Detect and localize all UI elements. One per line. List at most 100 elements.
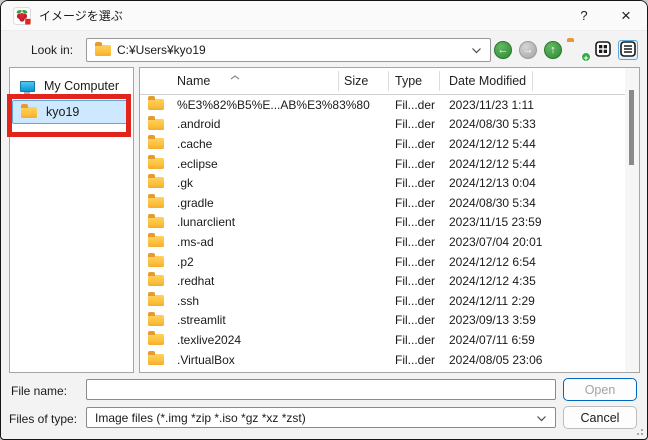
scrollbar-thumb[interactable]	[629, 90, 634, 165]
detail-view-icon	[620, 40, 636, 60]
file-type-cell: Fil...der	[395, 176, 436, 191]
folder-icon	[21, 103, 37, 118]
file-type-cell: Fil...der	[395, 352, 436, 367]
files-of-type-label: Files of type:	[9, 412, 78, 426]
folder-icon	[148, 331, 164, 346]
folder-icon	[148, 311, 164, 326]
help-button[interactable]: ?	[563, 1, 605, 31]
file-date-cell: 2023/11/15 23:59	[449, 215, 542, 230]
file-name-cell: .VirtualBox	[177, 352, 235, 367]
file-name-label: File name:	[11, 384, 68, 398]
folder-icon	[148, 350, 164, 365]
file-type-cell: Fil...der	[395, 195, 436, 210]
file-name-cell: .redhat	[177, 274, 215, 289]
chevron-down-icon[interactable]	[536, 411, 547, 425]
close-button[interactable]: ×	[605, 1, 647, 31]
file-type-cell: Fil...der	[395, 254, 436, 269]
open-button[interactable]: Open	[563, 378, 637, 401]
file-date-cell: 2024/08/05 23:06	[449, 352, 543, 367]
file-name-cell: %E3%82%B5%E...AB%E3%83%80	[177, 97, 370, 112]
files-of-type-value: Image files (*.img *zip *.iso *gz *xz *z…	[95, 410, 306, 425]
file-name-cell: .ssh	[177, 293, 200, 308]
file-row[interactable]: .gk Fil...der 2024/12/13 0:04	[140, 173, 625, 193]
file-row[interactable]: .texlive2024 Fil...der 2024/07/11 6:59	[140, 330, 625, 350]
folder-icon	[148, 154, 164, 169]
back-button[interactable]: ←	[494, 41, 512, 59]
file-type-cell: Fil...der	[395, 332, 436, 347]
places-sidebar: My Computer kyo19	[9, 67, 134, 373]
file-rows: %E3%82%B5%E...AB%E3%83%80 Fil...der 2023…	[140, 95, 625, 372]
file-type-cell: Fil...der	[395, 136, 436, 151]
column-header-size[interactable]: Size	[344, 74, 368, 88]
look-in-combobox[interactable]: C:¥Users¥kyo19	[86, 38, 491, 62]
files-of-type-combobox[interactable]: Image files (*.img *zip *.iso *gz *xz *z…	[86, 407, 556, 428]
file-date-cell: 2023/07/04 20:01	[449, 234, 543, 249]
up-button[interactable]: ↑	[544, 41, 562, 59]
file-type-cell: Fil...der	[395, 97, 436, 112]
file-date-cell: 2024/12/13 0:04	[449, 176, 536, 191]
file-date-cell: 2023/09/13 3:59	[449, 313, 536, 328]
file-name-cell: .eclipse	[177, 156, 218, 171]
column-header-name[interactable]: Name	[177, 74, 210, 88]
detail-view-button[interactable]	[618, 40, 638, 60]
file-row[interactable]: .eclipse Fil...der 2024/12/12 5:44	[140, 154, 625, 174]
sidebar-item-label: kyo19	[46, 105, 80, 119]
up-arrow-icon: ↑	[550, 43, 556, 56]
sort-ascending-icon	[230, 69, 240, 83]
vertical-scrollbar[interactable]	[625, 68, 639, 372]
file-row[interactable]: .ssh Fil...der 2024/12/11 2:29	[140, 291, 625, 311]
file-name-input[interactable]	[86, 379, 556, 400]
file-type-cell: Fil...der	[395, 156, 436, 171]
file-row[interactable]: .redhat Fil...der 2024/12/12 4:35	[140, 271, 625, 291]
file-row[interactable]: .gradle Fil...der 2024/08/30 5:34	[140, 193, 625, 213]
new-folder-button[interactable]: +	[567, 41, 591, 63]
file-date-cell: 2024/12/12 5:44	[449, 156, 536, 171]
dialog-title: イメージを選ぶ	[39, 9, 123, 23]
file-row[interactable]: .lunarclient Fil...der 2023/11/15 23:59	[140, 213, 625, 233]
raspberry-pi-icon	[13, 6, 31, 25]
back-arrow-icon: ←	[497, 43, 509, 56]
file-row[interactable]: .p2 Fil...der 2024/12/12 6:54	[140, 252, 625, 272]
folder-icon	[148, 291, 164, 306]
column-header-type[interactable]: Type	[395, 74, 422, 88]
folder-icon	[148, 252, 164, 267]
file-row[interactable]: .VirtualBox Fil...der 2024/08/05 23:06	[140, 350, 625, 370]
file-name-cell: .gradle	[177, 195, 214, 210]
sidebar-item-kyo19[interactable]: kyo19	[12, 100, 131, 124]
folder-icon	[148, 233, 164, 248]
folder-icon	[148, 174, 164, 189]
folder-icon	[148, 96, 164, 110]
file-type-cell: Fil...der	[395, 313, 436, 328]
file-row[interactable]: .streamlit Fil...der 2023/09/13 3:59	[140, 311, 625, 331]
icon-view-icon	[595, 40, 611, 60]
sidebar-item-label: My Computer	[44, 79, 120, 93]
icon-view-button[interactable]	[593, 40, 613, 60]
file-date-cell: 2024/07/11 6:59	[449, 332, 535, 347]
choose-image-dialog: イメージを選ぶ ? × Look in: C:¥Users¥kyo19 ← → …	[0, 0, 648, 440]
folder-icon	[148, 115, 164, 130]
folder-icon	[148, 213, 164, 228]
file-date-cell: 2024/12/11 2:29	[449, 293, 535, 308]
file-list-panel: Name Size Type Date Modified %E3%82%B5%E…	[139, 67, 640, 373]
folder-icon	[148, 135, 164, 150]
forward-button[interactable]: →	[519, 41, 537, 59]
column-header-date-modified[interactable]: Date Modified	[449, 74, 526, 88]
cancel-button[interactable]: Cancel	[563, 406, 637, 429]
file-date-cell: 2024/08/30 5:34	[449, 195, 536, 210]
file-type-cell: Fil...der	[395, 274, 436, 289]
file-row[interactable]: .ms-ad Fil...der 2023/07/04 20:01	[140, 232, 625, 252]
file-row[interactable]: .cache Fil...der 2024/12/12 5:44	[140, 134, 625, 154]
folder-icon	[95, 41, 111, 56]
resize-grip-icon[interactable]	[634, 426, 643, 435]
file-name-cell: .streamlit	[177, 313, 226, 328]
file-type-cell: Fil...der	[395, 117, 436, 132]
computer-icon	[20, 80, 35, 95]
file-date-cell: 2024/12/12 4:35	[449, 274, 536, 289]
sidebar-item-my-computer[interactable]: My Computer	[12, 74, 131, 98]
file-row[interactable]: .android Fil...der 2024/08/30 5:33	[140, 115, 625, 135]
file-row[interactable]: %E3%82%B5%E...AB%E3%83%80 Fil...der 2023…	[140, 95, 625, 115]
list-header: Name Size Type Date Modified	[140, 68, 639, 95]
folder-icon	[148, 193, 164, 208]
chevron-down-icon[interactable]	[471, 43, 482, 57]
look-in-label: Look in:	[31, 43, 74, 57]
